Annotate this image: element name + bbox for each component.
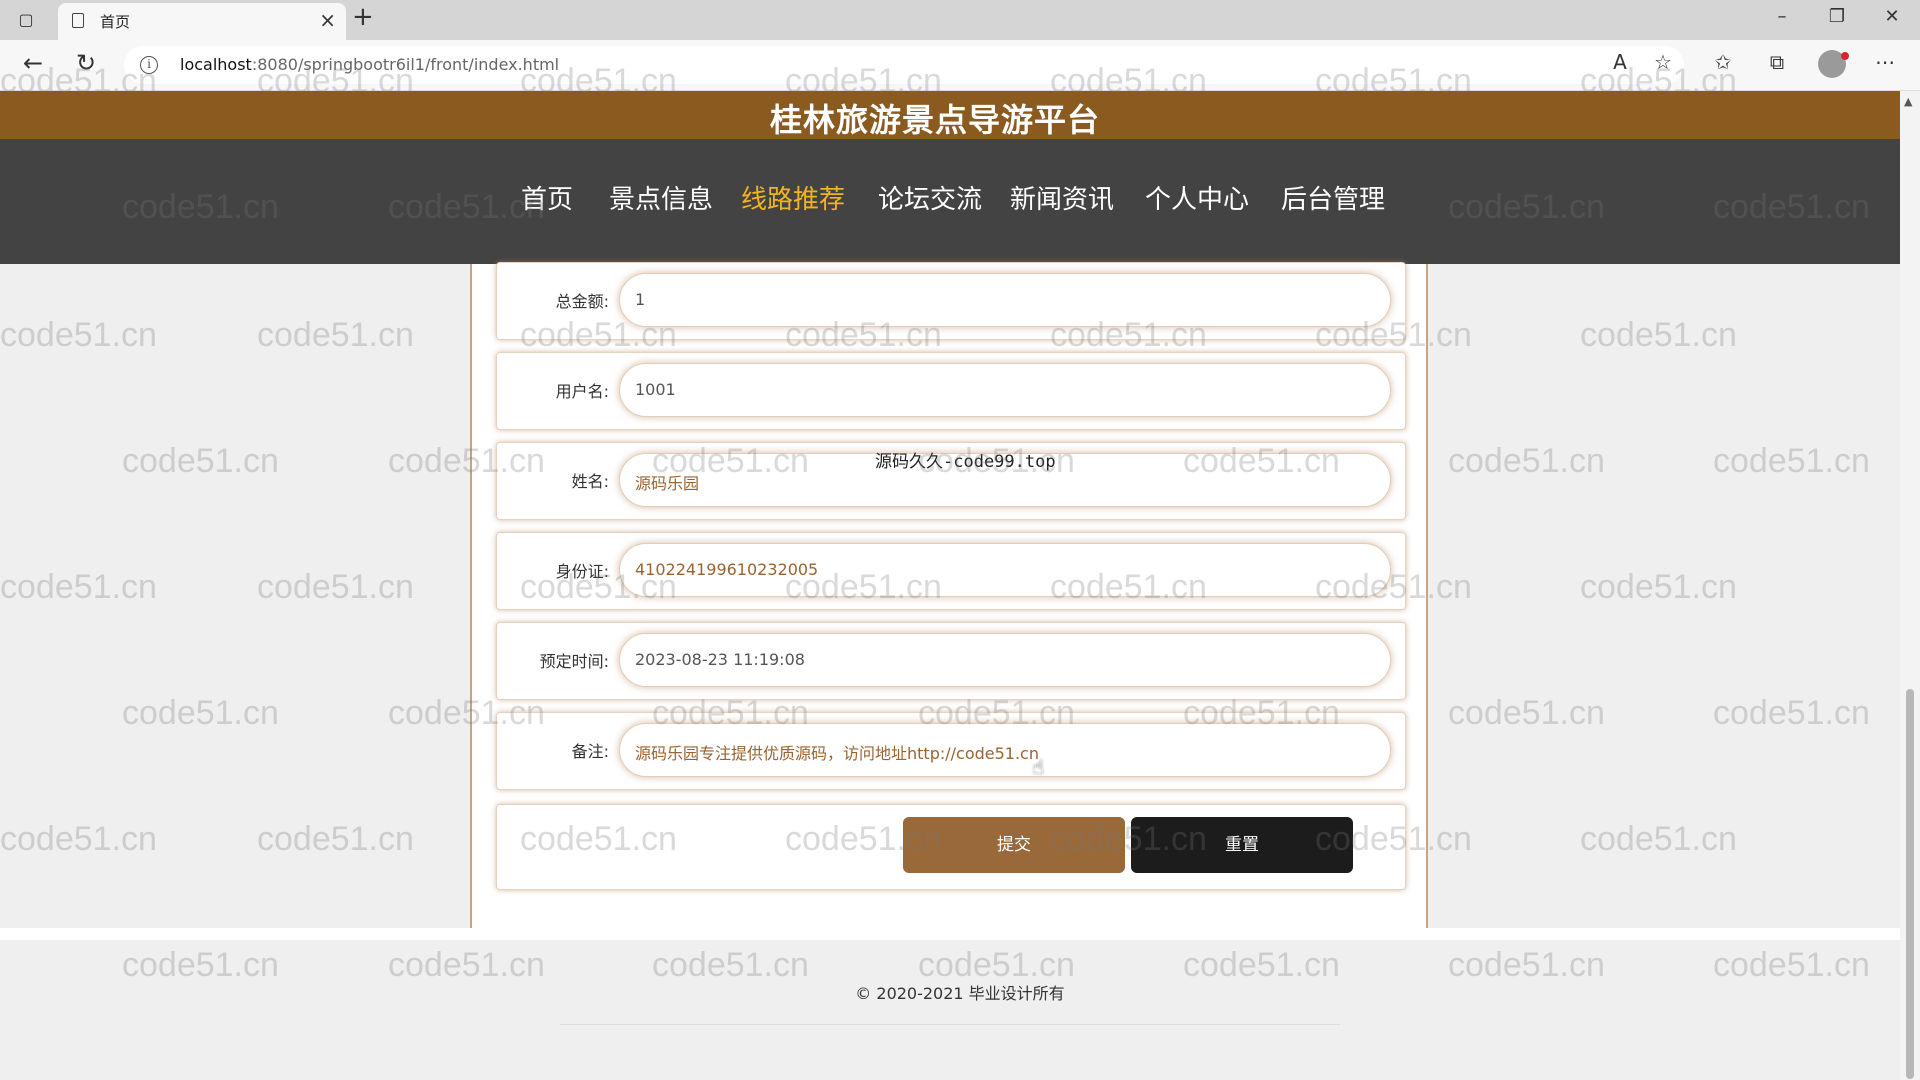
read-aloud-icon[interactable]: A — [1605, 50, 1635, 74]
remark-label: 备注: — [571, 742, 609, 761]
form-row-id-card: 身份证: 410224199610232005 — [496, 532, 1406, 610]
nav-route-recommend[interactable]: 线路推荐 — [741, 179, 845, 216]
page-icon — [72, 13, 84, 28]
nav-scenic-info[interactable]: 景点信息 — [609, 179, 713, 216]
browser-tab-strip: ▢ 首页 × + – ❐ ✕ — [0, 0, 1920, 40]
add-favorite-icon[interactable]: ☆ — [1648, 50, 1678, 74]
page-viewport: 桂林旅游景点导游平台 首页 景点信息 线路推荐 论坛交流 新闻资讯 个人中心 后… — [0, 91, 1900, 1080]
submit-button[interactable]: 提交 — [903, 817, 1125, 873]
nav-forum[interactable]: 论坛交流 — [878, 179, 982, 216]
remark-input[interactable]: 源码乐园专注提供优质源码，访问地址http://code51.cn — [619, 723, 1391, 777]
form-row-total: 总金额: 1 — [496, 262, 1406, 340]
booking-time-input[interactable]: 2023-08-23 11:19:08 — [619, 633, 1391, 687]
footer-divider — [560, 1024, 1340, 1025]
site-info-icon[interactable]: i — [140, 56, 158, 74]
booking-form: 总金额: 1 用户名: 1001 姓名: 源码乐园 身份证: 410224199… — [470, 262, 1428, 1006]
copyright-text: © 2020-2021 毕业设计所有 — [855, 984, 1065, 1003]
username-label: 用户名: — [555, 382, 609, 401]
refresh-icon[interactable]: ↻ — [69, 49, 103, 77]
footer — [0, 928, 1900, 1080]
id-card-label: 身份证: — [555, 562, 609, 581]
nav-news[interactable]: 新闻资讯 — [1010, 179, 1114, 216]
url-text: localhost:8080/springbootr6il1/front/ind… — [180, 55, 560, 74]
url-field[interactable]: i localhost:8080/springbootr6il1/front/i… — [124, 46, 1684, 84]
form-row-remark: 备注: 源码乐园专注提供优质源码，访问地址http://code51.cn — [496, 712, 1406, 790]
new-tab-icon[interactable]: + — [352, 2, 374, 32]
favorites-icon[interactable]: ✩ — [1708, 50, 1738, 74]
form-row-username: 用户名: 1001 — [496, 352, 1406, 430]
mouse-cursor-icon: ☝ — [1032, 755, 1045, 779]
name-label: 姓名: — [571, 472, 609, 491]
id-card-input[interactable]: 410224199610232005 — [619, 543, 1391, 597]
total-amount-input[interactable]: 1 — [619, 273, 1391, 327]
nav-admin[interactable]: 后台管理 — [1281, 179, 1385, 216]
back-icon[interactable]: ← — [16, 49, 50, 77]
notification-dot — [1841, 52, 1849, 60]
total-amount-label: 总金额: — [555, 292, 609, 311]
overlay-watermark-text: 源码久久-code99.top — [875, 452, 1056, 472]
nav-home[interactable]: 首页 — [521, 179, 573, 216]
collections-icon[interactable]: ⧉ — [1762, 50, 1792, 74]
site-title: 桂林旅游景点导游平台 — [769, 101, 1100, 139]
tab-actions-icon[interactable]: ▢ — [16, 9, 36, 29]
page-scrollbar[interactable]: ▲ — [1900, 91, 1920, 1080]
username-input[interactable]: 1001 — [619, 363, 1391, 417]
form-row-actions: 提交 重置 — [496, 804, 1406, 890]
nav-personal-center[interactable]: 个人中心 — [1145, 179, 1249, 216]
booking-time-label: 预定时间: — [539, 652, 609, 671]
address-bar: ← ↻ i localhost:8080/springbootr6il1/fro… — [0, 40, 1920, 91]
reset-button[interactable]: 重置 — [1131, 817, 1353, 873]
restore-icon[interactable]: ❐ — [1817, 6, 1857, 27]
more-icon[interactable]: ⋯ — [1870, 50, 1900, 74]
minimize-icon[interactable]: – — [1762, 6, 1802, 27]
tab-title: 首页 — [100, 13, 131, 31]
form-row-booking-time: 预定时间: 2023-08-23 11:19:08 — [496, 622, 1406, 700]
scroll-thumb[interactable] — [1906, 689, 1914, 1079]
scroll-up-icon[interactable]: ▲ — [1904, 95, 1912, 108]
main-nav: 首页 景点信息 线路推荐 论坛交流 新闻资讯 个人中心 后台管理 — [0, 139, 1900, 264]
browser-tab[interactable]: 首页 × — [58, 3, 346, 40]
close-window-icon[interactable]: ✕ — [1872, 6, 1912, 27]
close-tab-icon[interactable]: × — [319, 8, 336, 32]
site-header: 桂林旅游景点导游平台 — [0, 91, 1900, 139]
